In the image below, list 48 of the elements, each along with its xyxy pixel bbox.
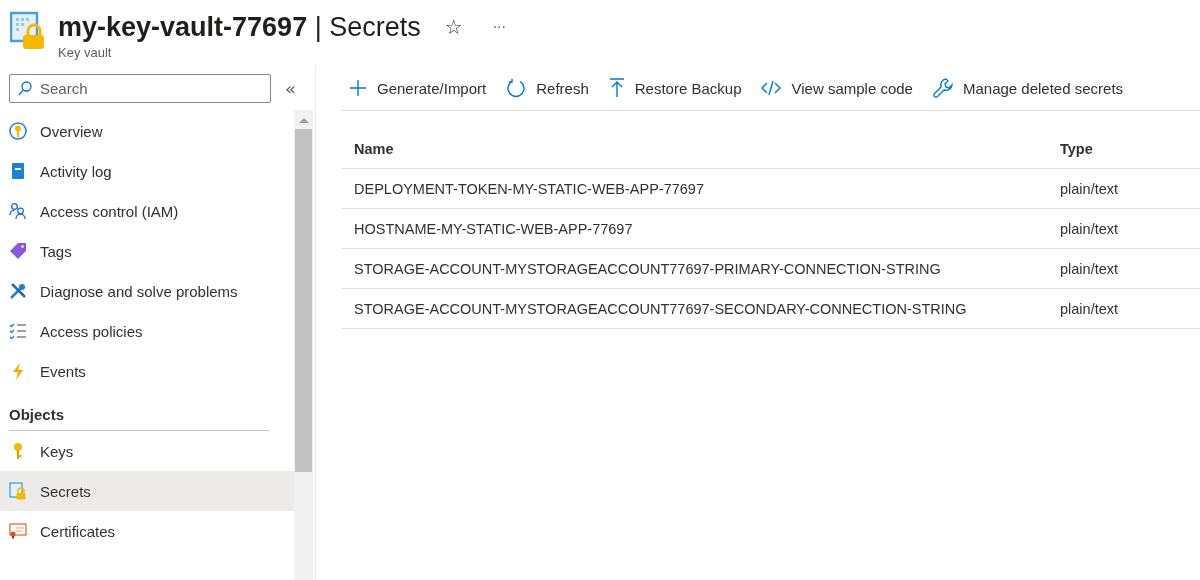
vault-lock-icon (10, 10, 46, 50)
table-cell: plain/text (1047, 288, 1200, 329)
nav-item[interactable]: Secrets (0, 471, 294, 511)
certificate-icon (9, 522, 27, 540)
toolbar-button[interactable]: Generate/Import (341, 72, 495, 104)
tools-icon (9, 282, 27, 300)
toolbar-button[interactable]: Manage deleted secrets (924, 72, 1132, 104)
column-header[interactable]: Name (341, 129, 1047, 169)
key-circle-icon (9, 122, 27, 140)
table-cell: plain/text (1047, 168, 1200, 209)
code-icon (761, 80, 782, 96)
toolbar-button[interactable]: View sample code (753, 72, 921, 104)
nav-item[interactable]: Activity log (0, 151, 294, 191)
favorite-star-button[interactable]: ☆ (438, 15, 469, 39)
collapse-button[interactable]: « (285, 77, 296, 99)
section-heading: Objects (9, 399, 269, 431)
nav-item[interactable]: Keys (0, 431, 294, 471)
scrollbar[interactable] (294, 110, 313, 580)
checklist-icon (9, 322, 27, 340)
resource-type: Key vault (58, 45, 113, 60)
nav-item[interactable]: Access policies (0, 311, 294, 351)
nav-item[interactable]: Certificates (0, 511, 294, 551)
table-cell: plain/text (1047, 208, 1200, 249)
page-title: my-key-vault-77697 | Secrets (58, 11, 421, 44)
column-header[interactable]: Type (1047, 129, 1200, 169)
table-cell: STORAGE-ACCOUNT-MYSTORAGEACCOUNT77697-SECONDARY-CONNECTION-STRING (341, 288, 1047, 329)
wrench-icon (932, 78, 953, 98)
nav-item[interactable]: Events (0, 351, 294, 391)
table-cell: plain/text (1047, 248, 1200, 289)
book-icon (9, 162, 27, 180)
tag-icon (9, 242, 27, 260)
search-field[interactable]: Search (9, 73, 271, 103)
table-cell: HOSTNAME-MY-STATIC-WEB-APP-77697 (341, 208, 1047, 249)
search-icon (18, 80, 32, 96)
table-cell: DEPLOYMENT-TOKEN-MY-STATIC-WEB-APP-77697 (341, 168, 1047, 209)
upload-icon (608, 78, 625, 98)
toolbar-button[interactable]: Refresh (498, 72, 597, 104)
nav-item[interactable]: Diagnose and solve problems (0, 271, 294, 311)
more-button[interactable]: ··· (486, 19, 512, 35)
plus-icon (349, 79, 367, 97)
nav-item[interactable]: Access control (IAM) (0, 191, 294, 231)
table-cell: STORAGE-ACCOUNT-MYSTORAGEACCOUNT77697-PRIMARY-CONNECTION-STRING (341, 248, 1047, 289)
nav-item[interactable]: Tags (0, 231, 294, 271)
toolbar-button[interactable]: Restore Backup (600, 72, 750, 104)
refresh-icon (506, 78, 527, 98)
people-icon (9, 202, 27, 220)
nav-item[interactable]: Overview (0, 111, 294, 151)
vault-lock-icon (9, 482, 27, 500)
